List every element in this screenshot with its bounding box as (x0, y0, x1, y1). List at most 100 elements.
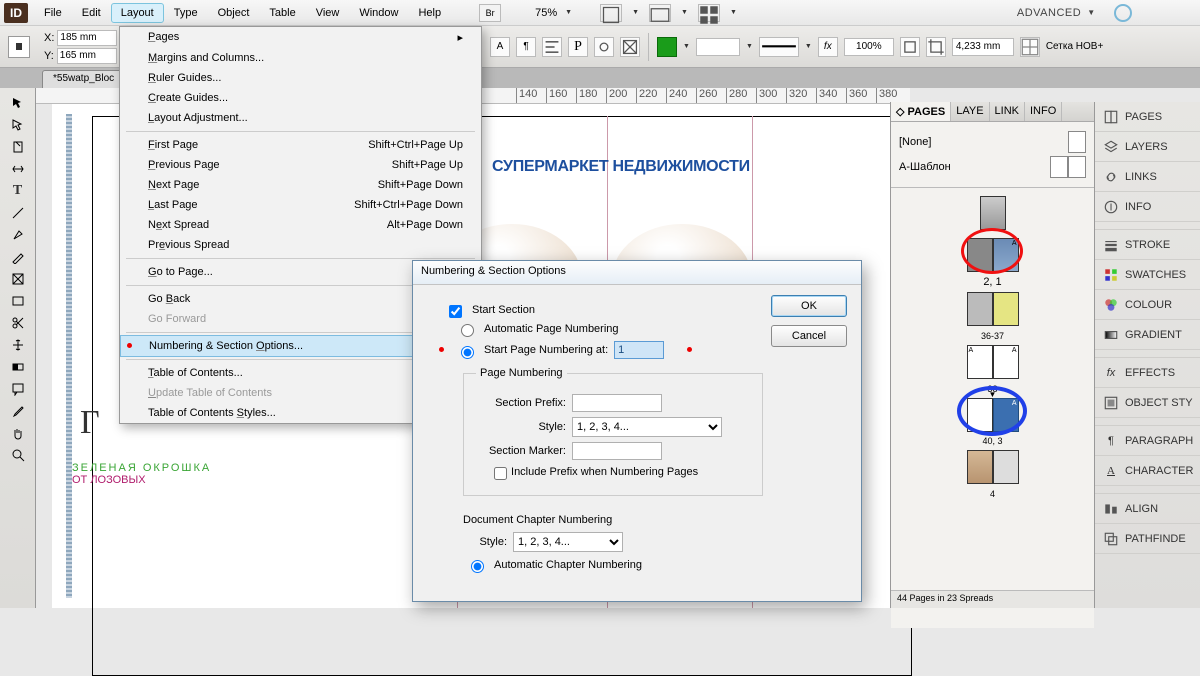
ok-button[interactable]: OK (771, 295, 847, 317)
doc-tab[interactable]: *55watp_Bloc (42, 70, 125, 88)
screen-mode-icon[interactable] (649, 4, 671, 22)
style-select[interactable]: 1, 2, 3, 4... (572, 417, 722, 437)
layers-tab[interactable]: LAYE (951, 102, 989, 121)
auto-chapter-radio[interactable] (471, 560, 484, 573)
spread[interactable] (980, 196, 1006, 230)
spread[interactable] (967, 450, 1019, 484)
panel-paragraph[interactable]: ¶PARAGRAPH (1095, 426, 1200, 456)
frame-tool-icon[interactable] (9, 270, 27, 288)
panel-pages[interactable]: PAGES (1095, 102, 1200, 132)
menu-first-page[interactable]: First PageShift+Ctrl+Page Up (120, 135, 481, 155)
opacity-field[interactable]: 100% (844, 38, 894, 56)
info-tab[interactable]: INFO (1025, 102, 1062, 121)
eyedropper-tool-icon[interactable] (9, 402, 27, 420)
note-tool-icon[interactable] (9, 380, 27, 398)
pen-tool-icon[interactable] (9, 226, 27, 244)
menu-create-guides[interactable]: Create Guides... (120, 88, 481, 108)
link-icon[interactable] (594, 37, 614, 57)
grid-label[interactable]: Сетка НОВ+ (1046, 41, 1103, 52)
x-field[interactable] (57, 30, 117, 46)
ref-point-icon[interactable] (8, 36, 30, 58)
menu-help[interactable]: Help (408, 3, 451, 23)
bridge-icon[interactable]: Br (479, 4, 501, 22)
wrap-icon[interactable] (900, 37, 920, 57)
search-icon[interactable] (1114, 4, 1132, 22)
view-mode-icon[interactable] (600, 4, 622, 22)
spread[interactable] (967, 292, 1019, 326)
panel-links[interactable]: LINKS (1095, 162, 1200, 192)
page-thumbnails[interactable]: A 2, 1 36-37 A A 38 ▼ A 40, 3 4 (891, 188, 1094, 628)
menu-file[interactable]: File (34, 3, 72, 23)
menu-edit[interactable]: Edit (72, 3, 111, 23)
panel-pathfinder[interactable]: PATHFINDE (1095, 524, 1200, 554)
gap-tool-icon[interactable] (9, 160, 27, 178)
master-a[interactable]: A-Шаблон (899, 156, 1086, 178)
section-marker-field[interactable] (572, 442, 662, 460)
type-tool-icon[interactable]: T (9, 182, 27, 200)
spread[interactable]: A A (967, 345, 1019, 379)
gradient-tool-icon[interactable] (9, 358, 27, 376)
panel-swatches[interactable]: SWATCHES (1095, 260, 1200, 290)
menu-previous-spread[interactable]: Previous Spread (120, 235, 481, 255)
y-field[interactable] (57, 48, 117, 64)
start-section-checkbox[interactable] (449, 305, 462, 318)
measure-field[interactable]: 4,233 mm (952, 38, 1014, 56)
stroke-style-icon[interactable] (759, 37, 799, 57)
rect-tool-icon[interactable] (9, 292, 27, 310)
menu-layout-adjustment[interactable]: Layout Adjustment... (120, 108, 481, 128)
master-none[interactable]: [None] (899, 131, 1086, 153)
menu-layout[interactable]: Layout (111, 3, 164, 23)
menu-type[interactable]: Type (164, 3, 208, 23)
line-tool-icon[interactable] (9, 204, 27, 222)
panel-colour[interactable]: COLOUR (1095, 290, 1200, 320)
stroke-weight-field[interactable] (696, 38, 740, 56)
page-tool-icon[interactable] (9, 138, 27, 156)
section-prefix-field[interactable] (572, 394, 662, 412)
char-icon[interactable]: A (490, 37, 510, 57)
panel-align[interactable]: ALIGN (1095, 494, 1200, 524)
menu-previous-page[interactable]: Previous PageShift+Page Up (120, 155, 481, 175)
p-icon[interactable]: P (568, 37, 588, 57)
menu-margins-columns[interactable]: Margins and Columns... (120, 48, 481, 68)
start-at-field[interactable] (614, 341, 664, 359)
menu-object[interactable]: Object (208, 3, 260, 23)
fill-icon[interactable] (657, 37, 677, 57)
zoom-tool-icon[interactable] (9, 446, 27, 464)
panel-stroke[interactable]: STROKE (1095, 230, 1200, 260)
scissors-tool-icon[interactable] (9, 314, 27, 332)
transform-tool-icon[interactable] (9, 336, 27, 354)
workspace-switcher[interactable]: ADVANCED▼ (1017, 7, 1096, 19)
crop-icon[interactable] (926, 37, 946, 57)
panel-effects[interactable]: fxEFFECTS (1095, 358, 1200, 388)
menu-next-page[interactable]: Next PageShift+Page Down (120, 175, 481, 195)
chapter-style-select[interactable]: 1, 2, 3, 4... (513, 532, 623, 552)
menu-table[interactable]: Table (259, 3, 305, 23)
menu-next-spread[interactable]: Next SpreadAlt+Page Down (120, 215, 481, 235)
menu-pages[interactable]: Pages▸ (120, 27, 481, 48)
grid-icon[interactable] (1020, 37, 1040, 57)
links-tab[interactable]: LINK (990, 102, 1025, 121)
menu-last-page[interactable]: Last PageShift+Ctrl+Page Down (120, 195, 481, 215)
align-icon[interactable] (542, 37, 562, 57)
spread[interactable]: A (967, 398, 1019, 432)
menu-ruler-guides[interactable]: Ruler Guides... (120, 68, 481, 88)
frame-icon[interactable] (620, 37, 640, 57)
panel-info[interactable]: iINFO (1095, 192, 1200, 222)
hand-tool-icon[interactable] (9, 424, 27, 442)
fx-icon[interactable]: fx (818, 37, 838, 57)
pages-tab[interactable]: ◇ PAGES (891, 102, 951, 121)
pencil-tool-icon[interactable] (9, 248, 27, 266)
include-prefix-checkbox[interactable] (494, 467, 507, 480)
auto-numbering-radio[interactable] (461, 324, 474, 337)
panel-gradient[interactable]: GRADIENT (1095, 320, 1200, 350)
spread[interactable]: A (967, 238, 1019, 272)
start-at-radio[interactable] (461, 346, 474, 359)
panel-character[interactable]: ACHARACTER (1095, 456, 1200, 486)
panel-object-styles[interactable]: OBJECT STY (1095, 388, 1200, 418)
arrange-icon[interactable] (698, 4, 720, 22)
menu-window[interactable]: Window (349, 3, 408, 23)
direct-select-tool-icon[interactable] (9, 116, 27, 134)
para-icon[interactable]: ¶ (516, 37, 536, 57)
selection-tool-icon[interactable] (9, 94, 27, 112)
panel-layers[interactable]: LAYERS (1095, 132, 1200, 162)
